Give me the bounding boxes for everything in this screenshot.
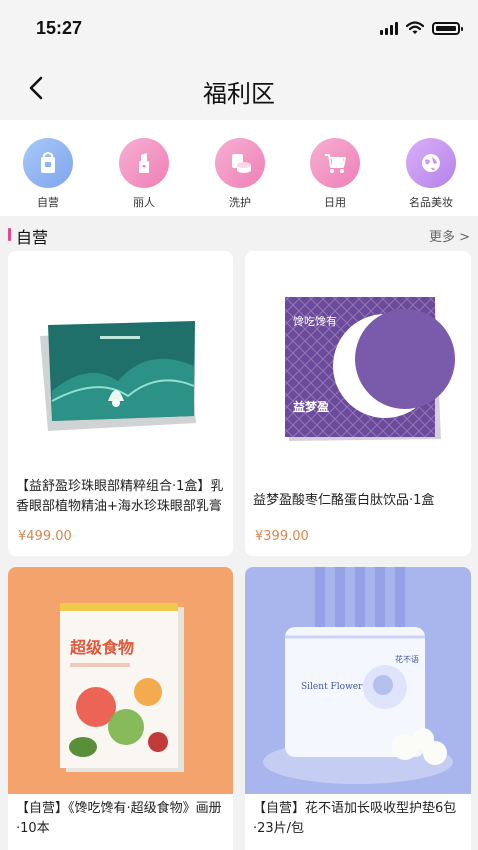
product-image: 超级食物 [8, 567, 233, 794]
category-label: 日用 [324, 196, 346, 209]
product-card[interactable]: Silent Flower 花不语 【自营】花不语加长吸收型护垫6包·23片/包 [245, 567, 471, 850]
status-icons [380, 20, 463, 36]
product-name: 【自营】花不语加长吸收型护垫6包·23片/包 [253, 801, 457, 836]
wifi-icon [406, 21, 424, 34]
category-label: 自营 [37, 196, 59, 209]
shopping-cart-icon [310, 138, 360, 188]
box-label-text: 益梦盈 [293, 399, 329, 414]
product-card[interactable]: 馋吃馋有 益梦盈 益梦盈酸枣仁酪蛋白肽饮品·1盒 ¥399.00 [245, 251, 471, 556]
category-label: 名品美妆 [409, 196, 453, 209]
product-image [8, 251, 233, 466]
status-time: 15:27 [36, 18, 83, 38]
category-daily[interactable]: 日用 [302, 138, 368, 210]
section-accent-bar [8, 228, 11, 241]
product-price: ¥399.00 [255, 529, 309, 544]
nav-bar: 福利区 [0, 56, 478, 120]
shopping-bag-icon [23, 138, 73, 188]
category-luxury-cosmetics[interactable]: 名品美妆 [398, 138, 464, 210]
page-title: 福利区 [203, 80, 275, 108]
product-card[interactable]: 【益舒盈珍珠眼部精粹组合·1盒】乳香眼部植物精油+海水珍珠眼部乳膏 ¥499.0… [8, 251, 233, 556]
book-title-text: 超级食物 [69, 638, 134, 657]
status-bar: 15:27 [0, 0, 478, 56]
category-label: 洗护 [229, 196, 251, 209]
box-brand-text: 馋吃馋有 [293, 314, 337, 328]
section-header: 自营 更多 > [0, 218, 478, 250]
cellular-signal-icon [380, 21, 398, 35]
product-name: 益梦盈酸枣仁酪蛋白肽饮品·1盒 [253, 493, 435, 508]
product-name: 【益舒盈珍珠眼部精粹组合·1盒】乳香眼部植物精油+海水珍珠眼部乳膏 [16, 479, 224, 514]
product-price: ¥499.00 [18, 529, 72, 544]
category-beauty[interactable]: 丽人 [111, 138, 177, 210]
product-name: 【自营】《馋吃馋有·超级食物》画册·10本 [16, 801, 222, 836]
globe-icon [406, 138, 456, 188]
battery-icon [432, 21, 463, 35]
category-label: 丽人 [133, 196, 155, 209]
category-self-operated[interactable]: 自营 [15, 138, 81, 210]
product-card[interactable]: 超级食物 【自营】《馋吃馋有·超级食物》画册·10本 [8, 567, 233, 850]
category-washcare[interactable]: 洗护 [207, 138, 273, 210]
pack-brand-text: Silent Flower [301, 682, 363, 692]
category-bar: 自营 丽人 洗护 日用 名品美妆 [0, 120, 478, 216]
pack-logo-text: 花不语 [395, 654, 419, 664]
lipstick-icon [119, 138, 169, 188]
cream-jar-icon [215, 138, 265, 188]
product-image: Silent Flower 花不语 [245, 567, 471, 794]
more-link[interactable]: 更多 > [429, 226, 470, 245]
product-image: 馋吃馋有 益梦盈 [245, 251, 471, 466]
section-title: 自营 [16, 228, 49, 247]
